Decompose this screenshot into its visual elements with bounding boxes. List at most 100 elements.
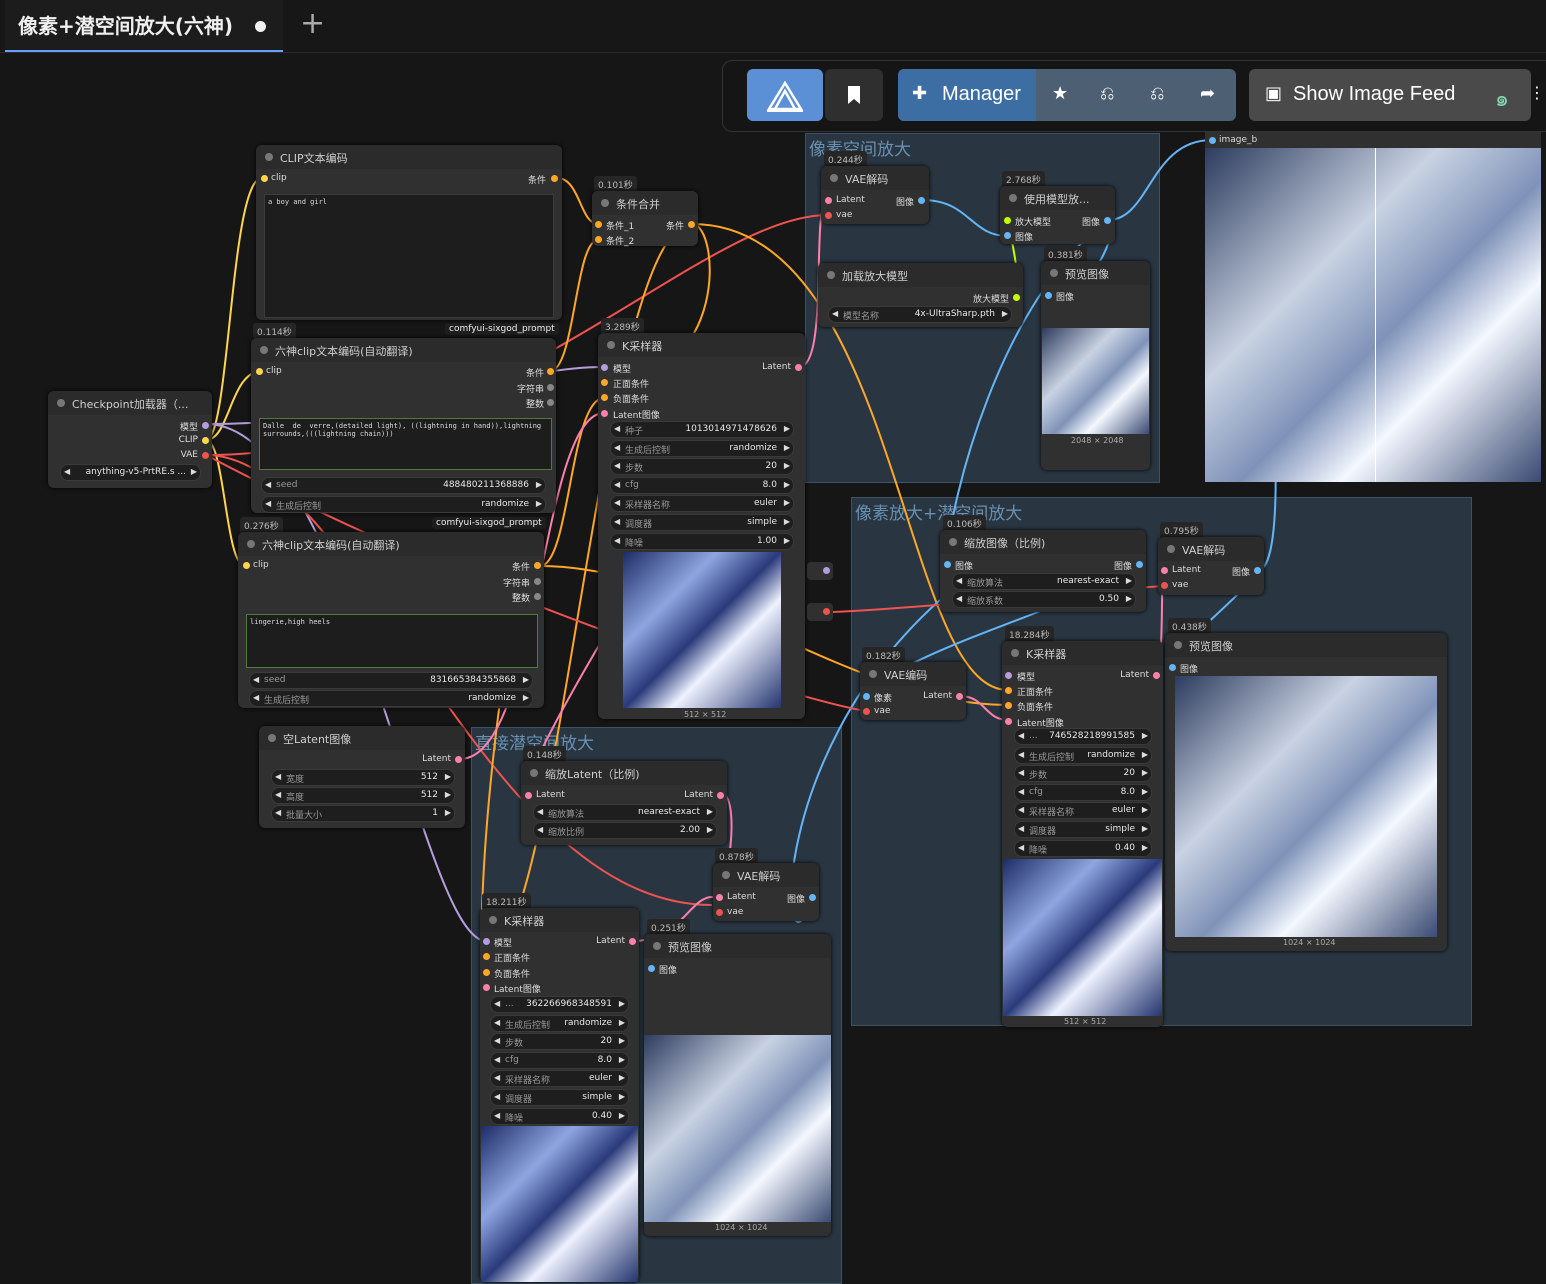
neg-input-dot[interactable]	[601, 394, 608, 401]
neg-input-dot[interactable]	[483, 969, 490, 976]
model-input-dot[interactable]	[601, 364, 608, 371]
ksampler-widget[interactable]: ◀ 步数 20 ▶	[490, 1033, 629, 1051]
ksampler-widget[interactable]: ◀ 调度器 simple ▶	[490, 1089, 629, 1106]
image-output-dot[interactable]	[809, 894, 816, 901]
clip-input-dot[interactable]	[261, 175, 268, 182]
latent-output-dot[interactable]	[629, 938, 636, 945]
upscale-method-widget[interactable]: ◀ 缩放算法 nearest-exact ▶	[952, 573, 1136, 590]
cond-output-dot[interactable]	[551, 175, 558, 182]
cond1-input-dot[interactable]	[595, 221, 602, 228]
node-ksampler-direct[interactable]: K采样器 模型 正面条件 负面条件 Latent图像 Latent ◀... 36…	[480, 908, 639, 1282]
ksampler-widget[interactable]: ◀ 采样器名称 euler ▶	[1014, 802, 1152, 820]
scale-by-widget[interactable]: ◀ 缩放比例 2.00 ▶	[533, 822, 717, 839]
node-preview-image-1[interactable]: 预览图像 图像 2048 × 2048	[1041, 261, 1150, 470]
image-input-dot[interactable]	[1004, 232, 1011, 239]
image-input-dot[interactable]	[1045, 292, 1052, 299]
ksampler-widget[interactable]: ◀ 降噪 1.00 ▶	[610, 532, 794, 550]
ksampler-widget[interactable]: ◀ 采样器名称 euler ▶	[490, 1070, 629, 1088]
node-condition-combine[interactable]: 条件合并 条件_1 条件_2 条件	[592, 191, 698, 247]
ksampler-widget[interactable]: ◀ 步数 20 ▶	[610, 458, 794, 476]
node-ksampler-base[interactable]: K采样器 模型 正面条件 负面条件 Latent图像 Latent ◀ 种子 101…	[598, 333, 805, 719]
prompt-textarea[interactable]: lingerie,high heels	[246, 614, 538, 668]
upscale-method-widget[interactable]: ◀ 缩放算法 nearest-exact ▶	[533, 804, 717, 821]
ksampler-widget[interactable]: ◀... 362266968348591 ▶	[490, 996, 629, 1013]
int-output-dot[interactable]	[534, 593, 541, 600]
node-vae-encode[interactable]: VAE编码 像素 vae Latent	[860, 662, 966, 720]
vae-output-dot[interactable]	[202, 452, 209, 459]
ksampler-widget[interactable]: ◀ cfg 8.0 ▶	[490, 1051, 629, 1069]
control-widget[interactable]: ◀ 生成后控制 randomize ▶	[249, 690, 533, 707]
node-vae-decode-1[interactable]: VAE解码 Latent vae 图像	[821, 166, 929, 224]
ksampler-widget[interactable]: ◀ 调度器 simple ▶	[610, 514, 794, 531]
height-widget[interactable]: ◀ 高度 512 ▶	[271, 787, 455, 804]
latent-input-dot[interactable]	[1161, 567, 1168, 574]
ksampler-widget[interactable]: ◀ cfg 8.0 ▶	[1014, 783, 1152, 801]
reroute-node[interactable]	[807, 603, 833, 621]
pixels-input-dot[interactable]	[863, 693, 870, 700]
cond-output-dot[interactable]	[688, 221, 695, 228]
clip-output-dot[interactable]	[202, 437, 209, 444]
vae-input-dot[interactable]	[716, 909, 723, 916]
int-output-dot[interactable]	[547, 399, 554, 406]
node-latent-upscale-by[interactable]: 缩放Latent（比例) Latent Latent ◀ 缩放算法 nearest-…	[521, 761, 727, 845]
image-input-dot[interactable]	[1169, 664, 1176, 671]
node-image-compare[interactable]: image_b	[1205, 132, 1541, 482]
node-vae-decode-3[interactable]: VAE解码 Latent vae 图像	[713, 863, 819, 921]
image-output-dot[interactable]	[1136, 561, 1143, 568]
model-name-widget[interactable]: ◀ 模型名称 4x-UltraSharp.pth ▶	[828, 306, 1012, 323]
image-output-dot[interactable]	[1254, 567, 1261, 574]
image-input-dot[interactable]	[944, 561, 951, 568]
ksampler-widget[interactable]: ◀ 降噪 0.40 ▶	[490, 1107, 629, 1125]
vae-input-dot[interactable]	[863, 708, 870, 715]
model-input-dot[interactable]	[1005, 672, 1012, 679]
prompt-textarea[interactable]: a boy and girl	[264, 194, 554, 318]
latent-input-dot[interactable]	[601, 410, 608, 417]
ksampler-widget[interactable]: ◀ 调度器 simple ▶	[1014, 821, 1152, 838]
vae-input-dot[interactable]	[1161, 582, 1168, 589]
node-sixgod-negative[interactable]: 六神clip文本编码(自动翻译) clip 条件 字符串 整数 lingerie…	[238, 532, 544, 708]
model-output-dot[interactable]	[202, 422, 209, 429]
string-output-dot[interactable]	[547, 384, 554, 391]
seed-widget[interactable]: ◀ seed 488480211368886 ▶	[261, 477, 546, 494]
latent-input-dot[interactable]	[483, 984, 490, 991]
latent-input-dot[interactable]	[525, 792, 532, 799]
vae-input-dot[interactable]	[825, 212, 832, 219]
upscale-model-output-dot[interactable]	[1013, 294, 1020, 301]
string-output-dot[interactable]	[534, 578, 541, 585]
pos-input-dot[interactable]	[483, 953, 490, 960]
scale-by-widget[interactable]: ◀ 缩放系数 0.50 ▶	[952, 591, 1136, 608]
image-output-dot[interactable]	[918, 197, 925, 204]
latent-output-dot[interactable]	[956, 693, 963, 700]
latent-output-dot[interactable]	[795, 364, 802, 371]
latent-output-dot[interactable]	[717, 792, 724, 799]
ksampler-widget[interactable]: ◀ 种子 1013014971478626 ▶	[610, 421, 794, 438]
prompt-textarea[interactable]: Dalle de verre,(detailed light), ((light…	[259, 418, 552, 470]
ksampler-widget[interactable]: ◀... 746528218991585 ▶	[1014, 728, 1152, 745]
latent-input-dot[interactable]	[1005, 718, 1012, 725]
reroute-node[interactable]	[807, 562, 833, 580]
ksampler-widget[interactable]: ◀ 降噪 0.40 ▶	[1014, 839, 1152, 857]
ckpt-name-widget[interactable]: ◀ anything-v5-PrtRE.s ... ▶	[60, 464, 201, 481]
cond2-input-dot[interactable]	[595, 236, 602, 243]
clip-input-dot[interactable]	[256, 368, 263, 375]
node-preview-image-3[interactable]: 预览图像 图像 1024 × 1024	[644, 934, 831, 1236]
cond-output-dot[interactable]	[547, 368, 554, 375]
image-b-input-dot[interactable]	[1209, 137, 1216, 144]
ksampler-widget[interactable]: ◀ 采样器名称 euler ▶	[610, 495, 794, 513]
node-scale-image[interactable]: 缩放图像（比例) 图像 图像 ◀ 缩放算法 nearest-exact ▶ ◀ 缩放系数…	[940, 530, 1146, 612]
node-checkpoint-loader[interactable]: Checkpoint加载器（... 模型 CLIP VAE ◀ anything-…	[48, 391, 212, 488]
compare-image[interactable]	[1205, 148, 1541, 482]
upscale-model-input-dot[interactable]	[1004, 217, 1011, 224]
width-widget[interactable]: ◀ 宽度 512 ▶	[271, 769, 455, 786]
neg-input-dot[interactable]	[1005, 702, 1012, 709]
node-empty-latent[interactable]: 空Latent图像 Latent ◀ 宽度 512 ▶ ◀ 高度 512 ▶ ◀ 批量大小 1 ▶	[259, 726, 465, 828]
image-input-dot[interactable]	[648, 965, 655, 972]
batch-widget[interactable]: ◀ 批量大小 1 ▶	[271, 805, 455, 822]
node-vae-decode-2[interactable]: VAE解码 Latent vae 图像	[1158, 537, 1264, 595]
latent-input-dot[interactable]	[825, 197, 832, 204]
latent-input-dot[interactable]	[716, 894, 723, 901]
cond-output-dot[interactable]	[534, 562, 541, 569]
node-preview-image-2[interactable]: 预览图像 图像 1024 × 1024	[1165, 633, 1447, 951]
ksampler-widget[interactable]: ◀ 生成后控制 randomize ▶	[490, 1014, 629, 1032]
ksampler-widget[interactable]: ◀ 生成后控制 randomize ▶	[610, 439, 794, 457]
